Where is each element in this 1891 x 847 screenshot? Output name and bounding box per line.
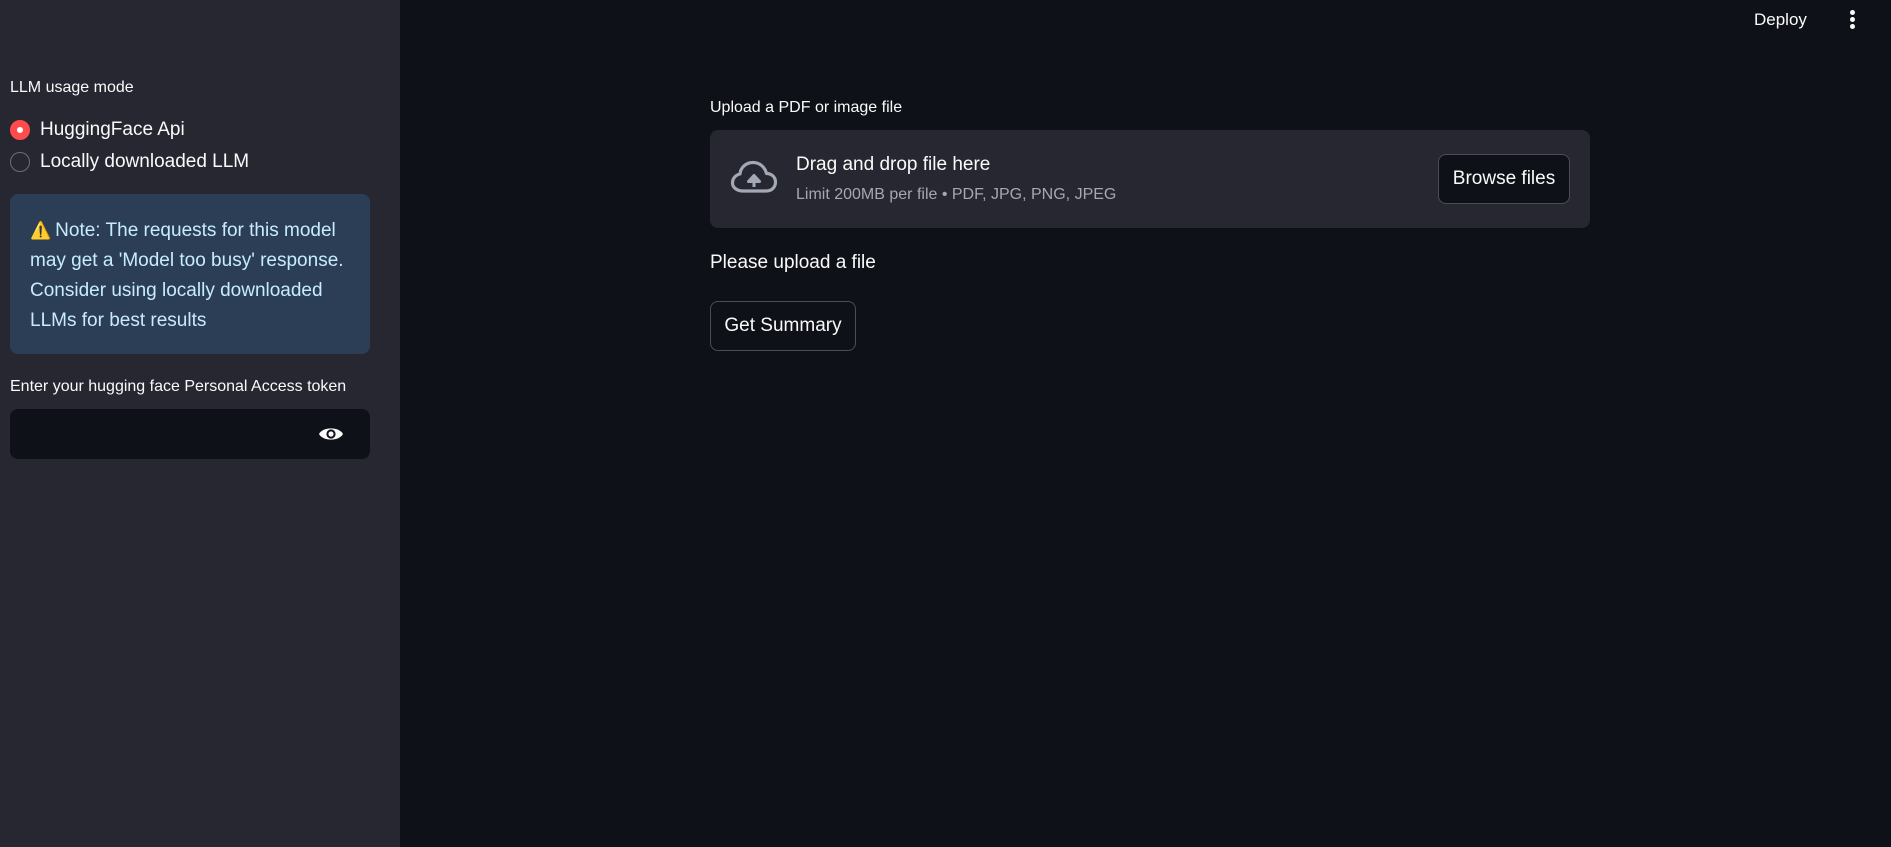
token-input[interactable]: [10, 409, 310, 459]
token-input-label: Enter your hugging face Personal Access …: [10, 378, 347, 395]
radio-unchecked-icon[interactable]: [10, 152, 30, 172]
radio-option-local-llm[interactable]: Locally downloaded LLM: [10, 146, 249, 178]
warning-alert: ⚠️ Note: The requests for this model may …: [10, 194, 370, 354]
app-root: LLM usage mode HuggingFace Api Locally d…: [0, 0, 1891, 847]
radio-label-local-llm: Locally downloaded LLM: [40, 151, 250, 172]
sidebar: LLM usage mode HuggingFace Api Locally d…: [0, 0, 400, 847]
get-summary-button[interactable]: Get Summary: [710, 301, 856, 351]
dropzone-title: Drag and drop file here: [796, 154, 991, 175]
browse-files-button[interactable]: Browse files: [1438, 154, 1570, 204]
radio-checked-icon[interactable]: [10, 120, 30, 140]
upload-status-text: Please upload a file: [710, 252, 876, 273]
token-input-container: [10, 409, 370, 459]
warning-icon: ⚠️: [30, 221, 52, 240]
eye-icon[interactable]: [318, 423, 344, 445]
radio-label-huggingface-api: HuggingFace Api: [40, 119, 185, 140]
warning-alert-text: Note: The requests for this model may ge…: [30, 220, 344, 331]
llm-mode-label: LLM usage mode: [10, 79, 134, 96]
cloud-upload-icon: [730, 158, 778, 198]
dropzone-subtitle: Limit 200MB per file • PDF, JPG, PNG, JP…: [796, 186, 1117, 203]
llm-mode-radio-group: HuggingFace Api Locally downloaded LLM: [10, 114, 249, 178]
vertical-ellipsis-icon[interactable]: [1842, 8, 1862, 32]
upload-label: Upload a PDF or image file: [710, 99, 903, 116]
radio-option-huggingface-api[interactable]: HuggingFace Api: [10, 114, 249, 146]
file-dropzone[interactable]: Drag and drop file here Limit 200MB per …: [710, 130, 1590, 228]
deploy-button[interactable]: Deploy: [1754, 6, 1807, 34]
